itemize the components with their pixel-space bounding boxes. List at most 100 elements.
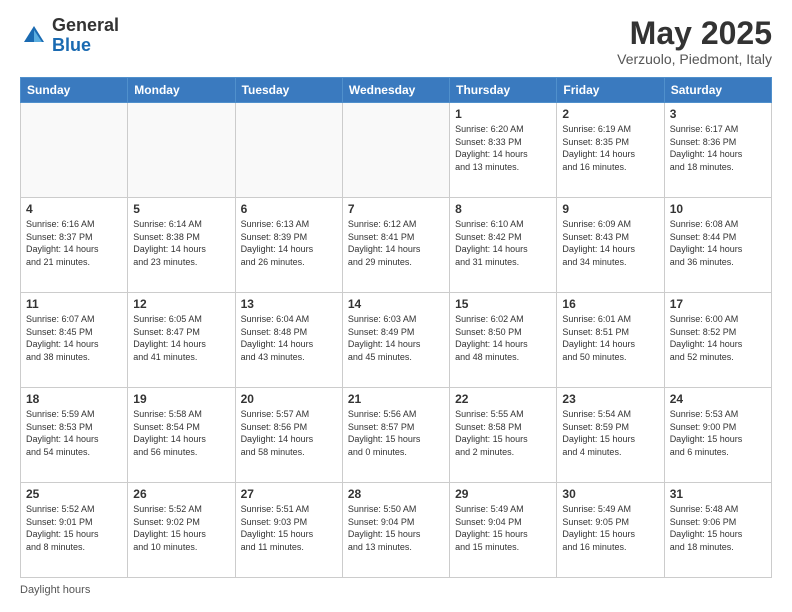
day-number: 25 — [26, 487, 122, 501]
day-info: Sunrise: 6:02 AM Sunset: 8:50 PM Dayligh… — [455, 313, 551, 363]
day-info: Sunrise: 6:19 AM Sunset: 8:35 PM Dayligh… — [562, 123, 658, 173]
calendar-cell: 13 Sunrise: 6:04 AM Sunset: 8:48 PM Dayli… — [235, 293, 342, 388]
day-info: Sunrise: 6:12 AM Sunset: 8:41 PM Dayligh… — [348, 218, 444, 268]
col-header-tuesday: Tuesday — [235, 78, 342, 103]
calendar-cell: 9Sunrise: 6:09 AM Sunset: 8:43 PM Daylig… — [557, 198, 664, 293]
day-info: Sunrise: 5:57 AM Sunset: 8:56 PM Dayligh… — [241, 408, 337, 458]
calendar-cell: 19Sunrise: 5:58 AM Sunset: 8:54 PM Dayli… — [128, 388, 235, 483]
day-info: Sunrise: 5:48 AM Sunset: 9:06 PM Dayligh… — [670, 503, 766, 553]
logo-general-text: General — [52, 15, 119, 35]
day-number: 20 — [241, 392, 337, 406]
calendar-cell: 11 Sunrise: 6:07 AM Sunset: 8:45 PM Dayli… — [21, 293, 128, 388]
day-number: 8 — [455, 202, 551, 216]
day-number: 23 — [562, 392, 658, 406]
day-info: Sunrise: 5:50 AM Sunset: 9:04 PM Dayligh… — [348, 503, 444, 553]
day-info: Sunrise: 6:04 AM Sunset: 8:48 PM Dayligh… — [241, 313, 337, 363]
day-info: Sunrise: 6:10 AM Sunset: 8:42 PM Dayligh… — [455, 218, 551, 268]
day-info: Sunrise: 5:56 AM Sunset: 8:57 PM Dayligh… — [348, 408, 444, 458]
day-number: 15 — [455, 297, 551, 311]
day-number: 19 — [133, 392, 229, 406]
day-info: Sunrise: 5:52 AM Sunset: 9:01 PM Dayligh… — [26, 503, 122, 553]
day-info: Sunrise: 6:20 AM Sunset: 8:33 PM Dayligh… — [455, 123, 551, 173]
day-number: 1 — [455, 107, 551, 121]
calendar-cell: 5 Sunrise: 6:14 AM Sunset: 8:38 PM Daylig… — [128, 198, 235, 293]
calendar-cell: 14Sunrise: 6:03 AM Sunset: 8:49 PM Dayli… — [342, 293, 449, 388]
calendar-cell: 3Sunrise: 6:17 AM Sunset: 8:36 PM Daylig… — [664, 103, 771, 198]
col-header-thursday: Thursday — [450, 78, 557, 103]
day-info: Sunrise: 6:08 AM Sunset: 8:44 PM Dayligh… — [670, 218, 766, 268]
calendar-cell: 7Sunrise: 6:12 AM Sunset: 8:41 PM Daylig… — [342, 198, 449, 293]
calendar-cell: 8 Sunrise: 6:10 AM Sunset: 8:42 PM Daylig… — [450, 198, 557, 293]
day-number: 10 — [670, 202, 766, 216]
calendar-cell: 2 Sunrise: 6:19 AM Sunset: 8:35 PM Daylig… — [557, 103, 664, 198]
calendar-table: SundayMondayTuesdayWednesdayThursdayFrid… — [20, 77, 772, 578]
day-number: 16 — [562, 297, 658, 311]
day-number: 4 — [26, 202, 122, 216]
calendar-cell — [128, 103, 235, 198]
calendar-cell: 15 Sunrise: 6:02 AM Sunset: 8:50 PM Dayli… — [450, 293, 557, 388]
calendar-cell: 17 Sunrise: 6:00 AM Sunset: 8:52 PM Dayli… — [664, 293, 771, 388]
footer: Daylight hours — [20, 584, 772, 596]
day-number: 6 — [241, 202, 337, 216]
calendar-cell: 25 Sunrise: 5:52 AM Sunset: 9:01 PM Dayli… — [21, 483, 128, 578]
day-number: 17 — [670, 297, 766, 311]
day-info: Sunrise: 5:49 AM Sunset: 9:04 PM Dayligh… — [455, 503, 551, 553]
day-info: Sunrise: 6:05 AM Sunset: 8:47 PM Dayligh… — [133, 313, 229, 363]
daylight-hours-label: Daylight hours — [20, 584, 90, 596]
calendar-header-row: SundayMondayTuesdayWednesdayThursdayFrid… — [21, 78, 772, 103]
day-number: 30 — [562, 487, 658, 501]
calendar-cell: 31Sunrise: 5:48 AM Sunset: 9:06 PM Dayli… — [664, 483, 771, 578]
day-number: 3 — [670, 107, 766, 121]
day-number: 22 — [455, 392, 551, 406]
day-number: 2 — [562, 107, 658, 121]
page: General Blue May 2025 Verzuolo, Piedmont… — [0, 0, 792, 612]
day-info: Sunrise: 6:01 AM Sunset: 8:51 PM Dayligh… — [562, 313, 658, 363]
day-number: 28 — [348, 487, 444, 501]
calendar-week-2: 4 Sunrise: 6:16 AM Sunset: 8:37 PM Daylig… — [21, 198, 772, 293]
logo: General Blue — [20, 16, 119, 56]
calendar-cell: 6 Sunrise: 6:13 AM Sunset: 8:39 PM Daylig… — [235, 198, 342, 293]
calendar-cell — [21, 103, 128, 198]
header: General Blue May 2025 Verzuolo, Piedmont… — [20, 16, 772, 67]
day-info: Sunrise: 5:49 AM Sunset: 9:05 PM Dayligh… — [562, 503, 658, 553]
day-number: 21 — [348, 392, 444, 406]
logo-blue-text: Blue — [52, 35, 91, 55]
logo-text: General Blue — [52, 16, 119, 56]
day-number: 5 — [133, 202, 229, 216]
day-number: 26 — [133, 487, 229, 501]
day-number: 27 — [241, 487, 337, 501]
day-number: 18 — [26, 392, 122, 406]
col-header-monday: Monday — [128, 78, 235, 103]
calendar-cell: 29Sunrise: 5:49 AM Sunset: 9:04 PM Dayli… — [450, 483, 557, 578]
calendar-cell: 28 Sunrise: 5:50 AM Sunset: 9:04 PM Dayli… — [342, 483, 449, 578]
calendar-cell: 20 Sunrise: 5:57 AM Sunset: 8:56 PM Dayli… — [235, 388, 342, 483]
calendar-cell — [235, 103, 342, 198]
day-info: Sunrise: 5:53 AM Sunset: 9:00 PM Dayligh… — [670, 408, 766, 458]
calendar-week-3: 11 Sunrise: 6:07 AM Sunset: 8:45 PM Dayli… — [21, 293, 772, 388]
day-info: Sunrise: 6:00 AM Sunset: 8:52 PM Dayligh… — [670, 313, 766, 363]
title-block: May 2025 Verzuolo, Piedmont, Italy — [617, 16, 772, 67]
calendar-cell: 23 Sunrise: 5:54 AM Sunset: 8:59 PM Dayli… — [557, 388, 664, 483]
day-number: 13 — [241, 297, 337, 311]
day-info: Sunrise: 5:52 AM Sunset: 9:02 PM Dayligh… — [133, 503, 229, 553]
day-info: Sunrise: 5:51 AM Sunset: 9:03 PM Dayligh… — [241, 503, 337, 553]
location: Verzuolo, Piedmont, Italy — [617, 51, 772, 67]
calendar-week-5: 25 Sunrise: 5:52 AM Sunset: 9:01 PM Dayli… — [21, 483, 772, 578]
calendar-cell: 1 Sunrise: 6:20 AM Sunset: 8:33 PM Daylig… — [450, 103, 557, 198]
calendar-cell: 24 Sunrise: 5:53 AM Sunset: 9:00 PM Dayli… — [664, 388, 771, 483]
col-header-wednesday: Wednesday — [342, 78, 449, 103]
day-info: Sunrise: 6:16 AM Sunset: 8:37 PM Dayligh… — [26, 218, 122, 268]
calendar-cell — [342, 103, 449, 198]
day-number: 11 — [26, 297, 122, 311]
day-info: Sunrise: 6:07 AM Sunset: 8:45 PM Dayligh… — [26, 313, 122, 363]
day-number: 12 — [133, 297, 229, 311]
month-title: May 2025 — [617, 16, 772, 51]
day-info: Sunrise: 6:14 AM Sunset: 8:38 PM Dayligh… — [133, 218, 229, 268]
day-info: Sunrise: 5:54 AM Sunset: 8:59 PM Dayligh… — [562, 408, 658, 458]
day-number: 24 — [670, 392, 766, 406]
calendar-cell: 27 Sunrise: 5:51 AM Sunset: 9:03 PM Dayli… — [235, 483, 342, 578]
day-info: Sunrise: 6:13 AM Sunset: 8:39 PM Dayligh… — [241, 218, 337, 268]
col-header-sunday: Sunday — [21, 78, 128, 103]
col-header-saturday: Saturday — [664, 78, 771, 103]
day-info: Sunrise: 6:09 AM Sunset: 8:43 PM Dayligh… — [562, 218, 658, 268]
